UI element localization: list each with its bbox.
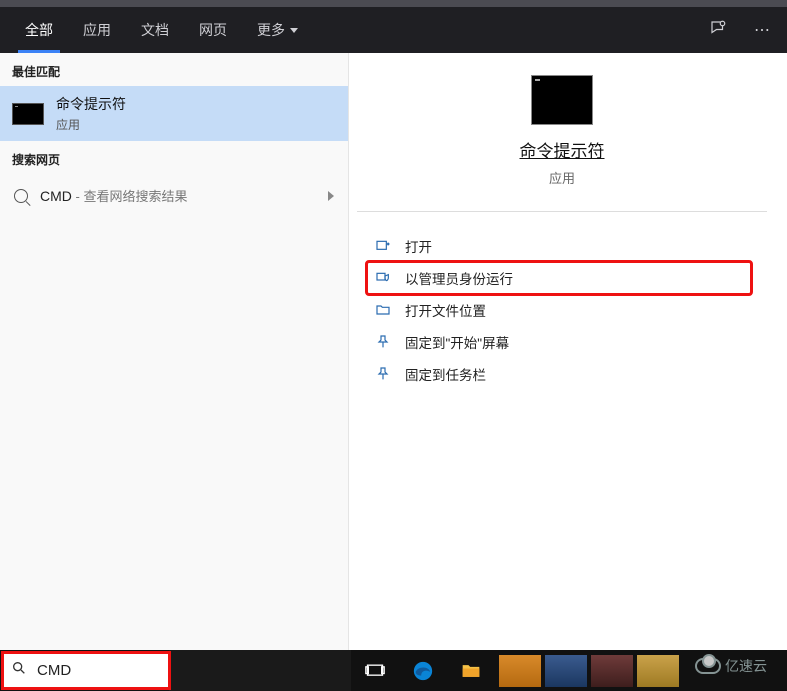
preview-subtitle: 应用 xyxy=(357,168,767,187)
file-explorer-button[interactable] xyxy=(447,650,495,691)
action-open-location-label: 打开文件位置 xyxy=(405,300,486,320)
action-pin-start[interactable]: 固定到"开始"屏幕 xyxy=(367,326,751,358)
task-view-button[interactable] xyxy=(351,650,399,691)
feedback-icon[interactable] xyxy=(703,19,733,42)
search-icon xyxy=(14,189,28,203)
cloud-icon xyxy=(695,658,721,674)
action-pin-taskbar-label: 固定到任务栏 xyxy=(405,364,486,384)
pin-icon xyxy=(375,366,391,382)
action-run-as-admin-label: 以管理员身份运行 xyxy=(405,268,513,288)
preview-title[interactable]: 命令提示符 xyxy=(357,137,767,162)
preview-panel: 命令提示符 应用 打开 以管理员身份运行 打开文件位置 xyxy=(349,53,769,650)
taskbar-app-4[interactable] xyxy=(637,655,679,687)
watermark-text: 亿速云 xyxy=(725,656,767,676)
taskbar-app-1[interactable] xyxy=(499,655,541,687)
tab-docs[interactable]: 文档 xyxy=(126,7,184,53)
chevron-down-icon xyxy=(290,28,298,33)
edge-browser-button[interactable] xyxy=(399,650,447,691)
tab-web[interactable]: 网页 xyxy=(184,7,242,53)
open-icon xyxy=(375,238,391,254)
search-input[interactable] xyxy=(37,662,147,679)
web-search-hint: - 查看网络搜索结果 xyxy=(72,189,188,204)
preview-app-icon xyxy=(531,75,593,125)
tab-apps[interactable]: 应用 xyxy=(68,7,126,53)
action-open[interactable]: 打开 xyxy=(367,230,751,262)
taskbar xyxy=(0,650,787,691)
preview-actions: 打开 以管理员身份运行 打开文件位置 固定到"开始"屏幕 xyxy=(357,230,761,390)
taskbar-search[interactable] xyxy=(3,653,169,688)
tab-more[interactable]: 更多 xyxy=(242,7,313,53)
tab-more-label: 更多 xyxy=(257,20,285,40)
filter-tabs: 全部 应用 文档 网页 更多 xyxy=(10,7,313,53)
search-icon xyxy=(11,660,27,681)
pin-icon xyxy=(375,334,391,350)
taskbar-app-3[interactable] xyxy=(591,655,633,687)
taskbar-app-2[interactable] xyxy=(545,655,587,687)
web-search-header: 搜索网页 xyxy=(0,141,348,174)
more-options-icon[interactable]: ⋯ xyxy=(747,20,777,40)
watermark: 亿速云 xyxy=(695,651,777,681)
taskbar-running-apps xyxy=(495,655,679,687)
folder-icon xyxy=(375,302,391,318)
taskbar-gap xyxy=(169,650,351,691)
action-pin-start-label: 固定到"开始"屏幕 xyxy=(405,332,509,352)
web-search-query: CMD xyxy=(40,188,72,204)
chevron-right-icon xyxy=(328,191,334,201)
admin-shield-icon xyxy=(375,270,391,286)
action-run-as-admin[interactable]: 以管理员身份运行 xyxy=(367,262,751,294)
web-search-item[interactable]: CMD - 查看网络搜索结果 xyxy=(0,174,348,217)
tab-all[interactable]: 全部 xyxy=(10,7,68,53)
best-match-title: 命令提示符 xyxy=(56,94,126,114)
best-match-subtitle: 应用 xyxy=(56,116,126,133)
results-panel: 最佳匹配 命令提示符 应用 搜索网页 CMD - 查看网络搜索结果 xyxy=(0,53,349,650)
action-open-label: 打开 xyxy=(405,236,432,256)
cmd-thumbnail-icon xyxy=(12,103,44,125)
best-match-header: 最佳匹配 xyxy=(0,53,348,86)
best-match-item[interactable]: 命令提示符 应用 xyxy=(0,86,348,141)
action-pin-taskbar[interactable]: 固定到任务栏 xyxy=(367,358,751,390)
action-open-location[interactable]: 打开文件位置 xyxy=(367,294,751,326)
web-search-text: CMD - 查看网络搜索结果 xyxy=(40,186,187,205)
search-header: 全部 应用 文档 网页 更多 ⋯ xyxy=(0,7,787,53)
